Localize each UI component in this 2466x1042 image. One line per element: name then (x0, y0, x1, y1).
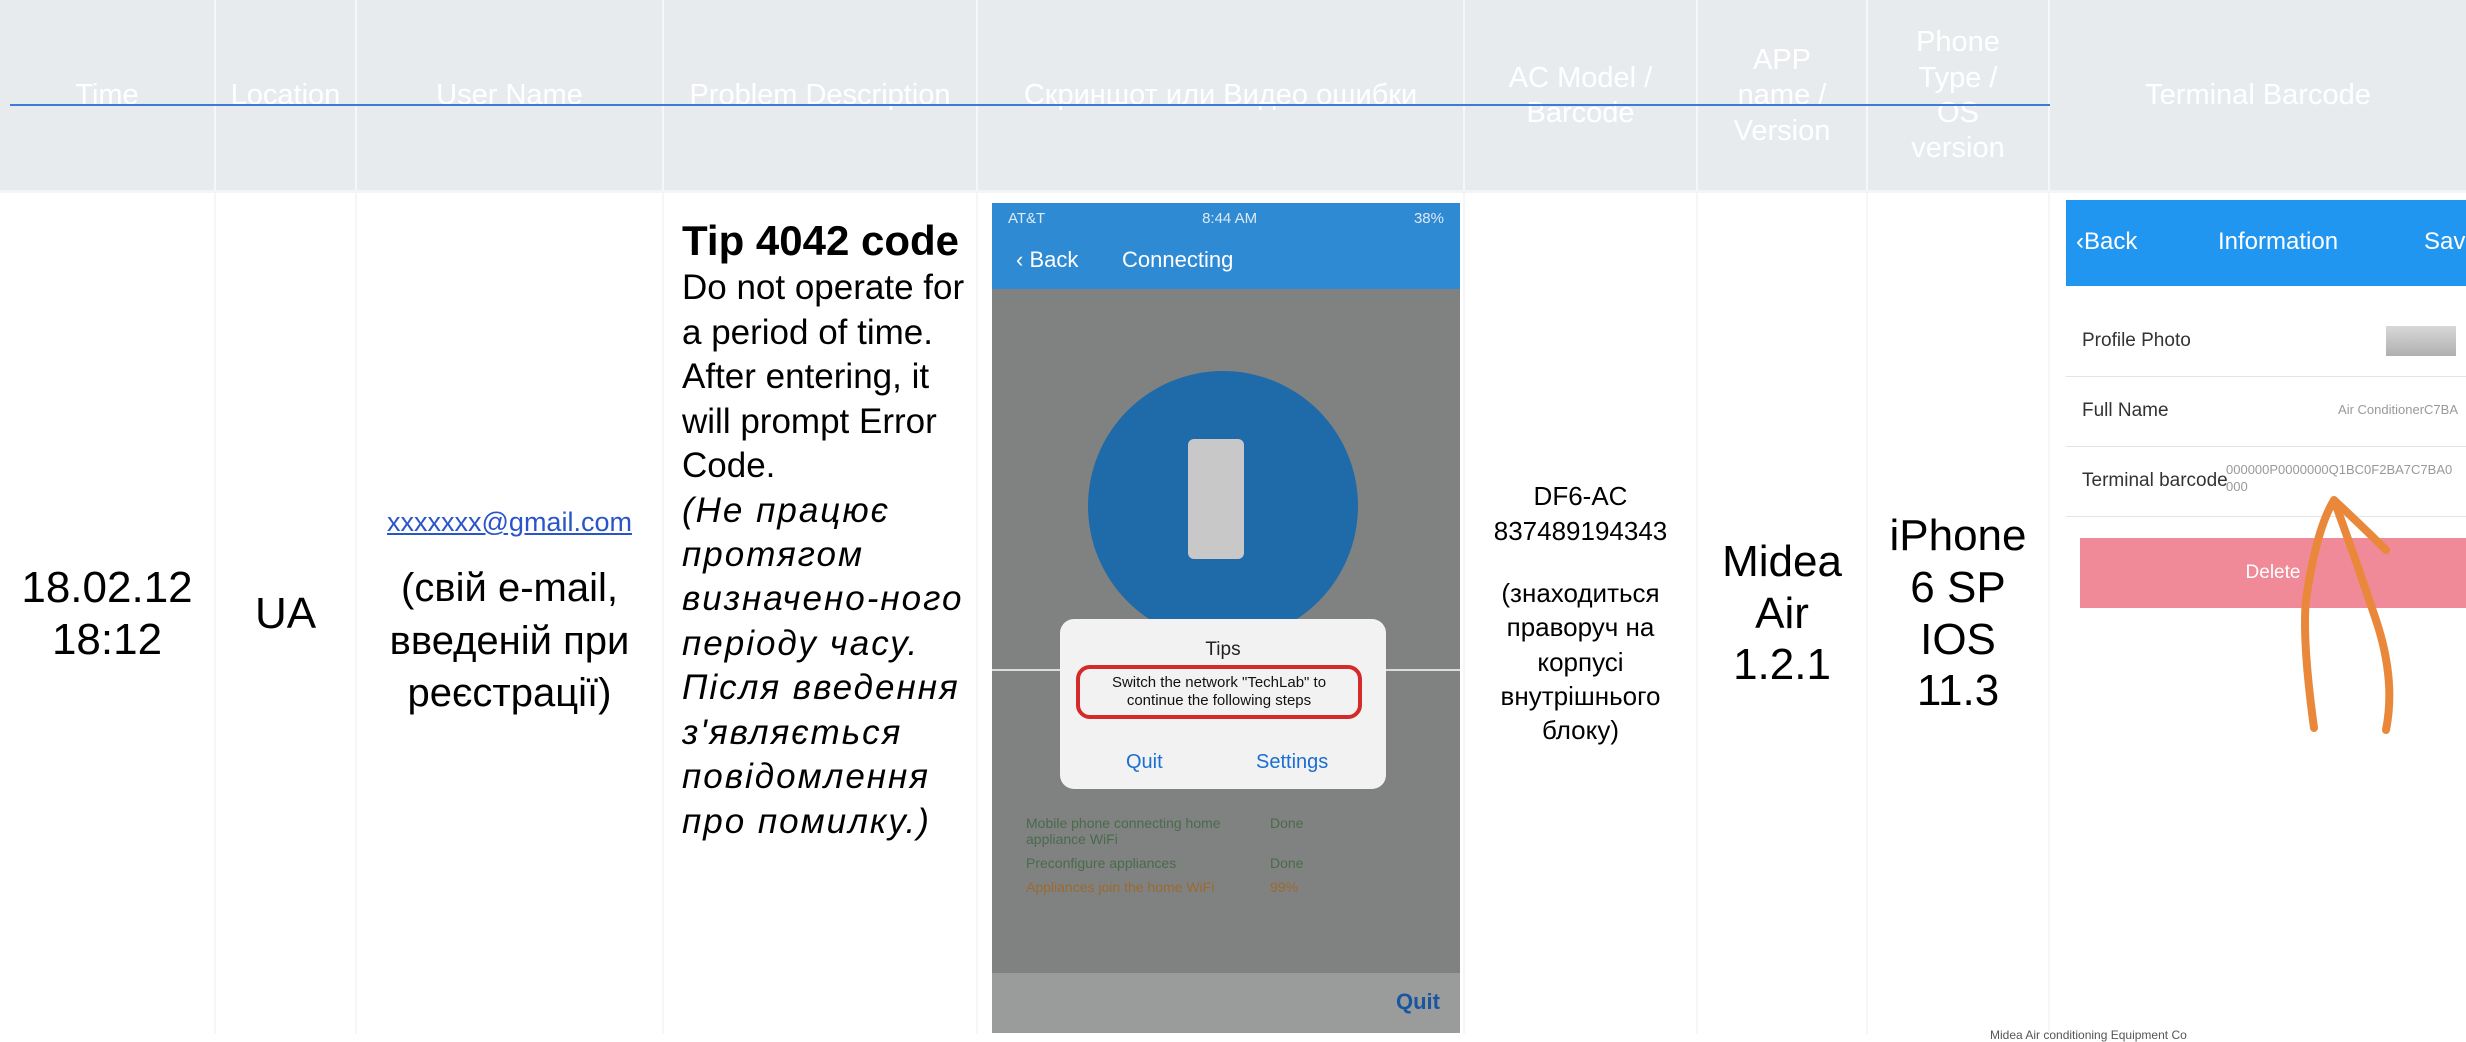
phone-os: IOS 11.3 (1916, 614, 2000, 716)
ac-model: DF6-AC (1533, 481, 1628, 512)
time-date: 18.02.12 (21, 562, 193, 612)
header-screenshot[interactable]: Скриншот или Видео ошибки (978, 0, 1463, 192)
dialog-message: Switch the network "TechLab" to continue… (1076, 665, 1362, 719)
selection-guide-line (10, 104, 2050, 106)
spreadsheet: Time Location User Name Problem Descript… (0, 0, 2466, 1042)
annotation-arrow-icon (2301, 496, 2394, 734)
ac-note: (знаходиться праворуч на корпусі внутріш… (1500, 578, 1661, 746)
appliance-icon (1188, 439, 1244, 559)
tips-dialog: Tips Switch the network "TechLab" to con… (1060, 619, 1386, 789)
phone-time: 8:44 AM (1202, 209, 1258, 227)
header-ac-model[interactable]: AC Model / Barcode (1465, 0, 1696, 192)
error-screenshot-image[interactable]: AT&T 8:44 AM 38% ‹ Back Connecting Tips … (989, 200, 1463, 1036)
header-time[interactable]: Time (0, 0, 214, 192)
ac-barcode: 837489194343 (1493, 515, 1668, 546)
bottom-quit: Quit (1396, 989, 1440, 1014)
header-problem-description[interactable]: Problem Description (664, 0, 976, 192)
dialog-title: Tips (1205, 639, 1241, 660)
phone-status-bar: AT&T 8:44 AM 38% (992, 203, 1460, 233)
header-app-name[interactable]: APP name / Version (1698, 0, 1866, 192)
user-email-link[interactable]: xxxxxxx@gmail.com (387, 507, 632, 538)
header-terminal-barcode[interactable]: Terminal Barcode (2050, 0, 2466, 192)
problem-text-ua: (Не працює протягом визначено-ного періо… (682, 490, 964, 841)
dialog-settings: Settings (1256, 751, 1329, 773)
problem-text-en: Do not operate for a period of time. Aft… (682, 268, 965, 486)
phone-model: iPhone 6 SP (1889, 510, 2027, 612)
phone-carrier: AT&T (1008, 209, 1046, 227)
header-user-name[interactable]: User Name (357, 0, 662, 192)
dialog-quit: Quit (1126, 751, 1163, 773)
phone-back: ‹ Back (1016, 247, 1079, 272)
phone-content: Tips Switch the network "TechLab" to con… (992, 289, 1460, 1033)
step-item: Mobile phone connecting home appliance W… (1026, 815, 1304, 848)
app-version: 1.2.1 (1733, 640, 1831, 690)
progress-steps: Mobile phone connecting home appliance W… (1026, 815, 1326, 903)
cell-ac-model[interactable]: DF6-AC 837489194343 (знаходиться правору… (1465, 193, 1696, 1034)
footer-text: Midea Air conditioning Equipment Co (1990, 1028, 2187, 1042)
phone-title: Connecting (1122, 247, 1234, 272)
phone-bottom-bar: Quit (992, 973, 1460, 1033)
header-phone-type[interactable]: Phone Type / OS version (1868, 0, 2048, 192)
cell-problem-description[interactable]: Tip 4042 code Do not operate for a perio… (682, 216, 972, 844)
user-email-note: (свій e-mail, введеній при реєстрації) (389, 565, 630, 716)
cell-time[interactable]: 18.02.12 18:12 (0, 193, 214, 1034)
time-clock: 18:12 (51, 614, 163, 664)
cell-phone-type[interactable]: iPhone 6 SP IOS 11.3 (1868, 193, 2048, 1034)
terminal-barcode-image[interactable]: ‹Back Information Save Profile Photo Ful… (2066, 200, 2466, 1010)
phone-nav-bar: ‹ Back Connecting (992, 233, 1460, 289)
step-item: Appliances join the home WiFi 99% (1026, 879, 1299, 896)
cell-app-name[interactable]: Midea Air 1.2.1 (1698, 193, 1866, 1034)
cell-location[interactable]: UA (216, 193, 355, 1034)
phone-battery: 38% (1413, 209, 1444, 227)
step-item: Preconfigure appliances Done (1026, 855, 1304, 872)
problem-title: Tip 4042 code (682, 217, 960, 264)
app-name: Midea Air (1722, 536, 1842, 638)
header-location[interactable]: Location (216, 0, 355, 192)
cell-user-name[interactable]: xxxxxxx@gmail.com (свій e-mail, введеній… (357, 193, 662, 1034)
